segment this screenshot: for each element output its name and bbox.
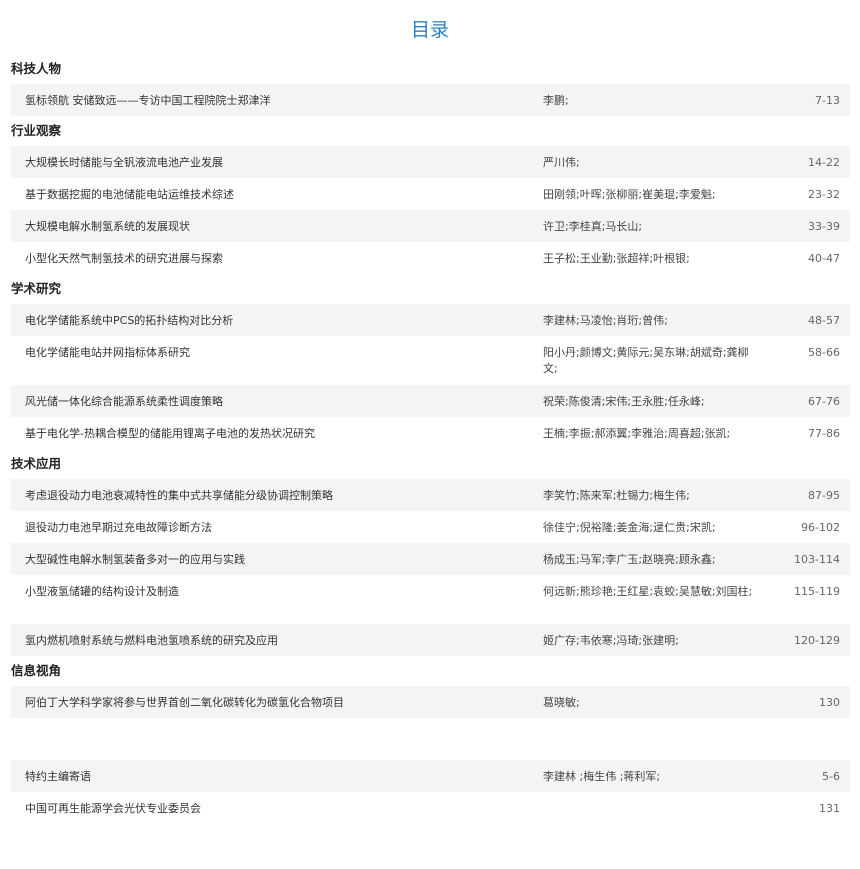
section-heading: 学术研究 — [11, 281, 62, 296]
article-pages: 87-95 — [808, 489, 840, 502]
article-authors: 李建林;马凌怡;肖珩;曾伟; — [543, 314, 668, 327]
toc-row[interactable]: 特约主编寄语 李建林 ;梅生伟 ;蒋利军; 5-6 — [11, 760, 850, 792]
section-heading: 科技人物 — [11, 61, 62, 76]
toc-row[interactable]: 风光储一体化综合能源系统柔性调度策略 祝荣;陈俊清;宋伟;王永胜;任永峰; 67-7… — [11, 385, 850, 417]
article-authors: 葛晓敏; — [543, 696, 580, 709]
article-title-link[interactable]: 阿伯丁大学科学家将参与世界首创二氧化碳转化为碳氢化合物项目 — [25, 695, 525, 711]
article-pages: 5-6 — [822, 770, 840, 783]
toc-row[interactable]: 中国可再生能源学会光伏专业委员会 131 — [11, 792, 850, 824]
toc-row[interactable]: 阿伯丁大学科学家将参与世界首创二氧化碳转化为碳氢化合物项目 葛晓敏; 130 — [11, 686, 850, 718]
toc-page: 目录 科技人物氢标领航 安储致远——专访中国工程院院士郑津洋 李鹏; 7-13 行业观… — [0, 0, 860, 869]
article-title-link[interactable]: 大规模电解水制氢系统的发展现状 — [25, 219, 525, 235]
article-title-link[interactable]: 电化学储能系统中PCS的拓扑结构对比分析 — [25, 313, 525, 329]
article-title-link[interactable]: 基于数据挖掘的电池储能电站运维技术综述 — [25, 187, 525, 203]
toc-row[interactable]: 大规模长时储能与全钒液流电池产业发展 严川伟; 14-22 — [11, 146, 850, 178]
toc-row[interactable]: 氢内燃机喷射系统与燃料电池氢喷系统的研究及应用 姬广存;韦依寒;冯琦;张建明; 12… — [11, 624, 850, 656]
article-title-link[interactable]: 大型碱性电解水制氢装备多对一的应用与实践 — [25, 552, 525, 568]
article-authors: 李笑竹;陈来军;杜锡力;梅生伟; — [543, 489, 690, 502]
article-pages: 96-102 — [801, 521, 840, 534]
article-pages: 58-66 — [808, 346, 840, 359]
article-authors: 阳小丹;颜博文;黄际元;吴东琳;胡斌奇;龚柳文; — [543, 346, 749, 375]
article-pages: 103-114 — [794, 553, 840, 566]
toc-row[interactable]: 小型化天然气制氢技术的研究进展与探索 王子松;王业勤;张超祥;叶根银; 40-47 — [11, 242, 850, 274]
toc-extra: 特约主编寄语 李建林 ;梅生伟 ;蒋利军; 5-6 中国可再生能源学会光伏专业委员会 1… — [0, 760, 860, 824]
article-title-link[interactable]: 考虑退役动力电池衰减特性的集中式共享储能分级协调控制策略 — [25, 488, 525, 504]
article-authors: 何远新;熊珍艳;王红星;袁蛟;吴慧敏;刘国柱; — [543, 585, 753, 598]
article-authors: 徐佳宁;倪裕隆;姜金海;逯仁贵;宋凯; — [543, 521, 716, 534]
toc-row[interactable]: 基于数据挖掘的电池储能电站运维技术综述 田刚领;叶晖;张柳丽;崔美琨;李爱魁; 23… — [11, 178, 850, 210]
toc-row[interactable]: 退役动力电池早期过充电故障诊断方法 徐佳宁;倪裕隆;姜金海;逯仁贵;宋凯; 96-1… — [11, 511, 850, 543]
article-authors: 李建林 ;梅生伟 ;蒋利军; — [543, 770, 661, 783]
section-heading: 信息视角 — [11, 663, 62, 678]
article-authors: 李鹏; — [543, 94, 569, 107]
article-title-link[interactable]: 特约主编寄语 — [25, 769, 525, 785]
toc-row[interactable]: 电化学储能系统中PCS的拓扑结构对比分析 李建林;马凌怡;肖珩;曾伟; 48-57 — [11, 304, 850, 336]
article-title-link[interactable]: 电化学储能电站并网指标体系研究 — [25, 345, 525, 361]
toc-row[interactable]: 考虑退役动力电池衰减特性的集中式共享储能分级协调控制策略 李笑竹;陈来军;杜锡力;… — [11, 479, 850, 511]
article-pages: 115-119 — [794, 585, 840, 598]
article-pages: 33-39 — [808, 220, 840, 233]
article-pages: 40-47 — [808, 252, 840, 265]
toc-row[interactable]: 小型液氢储罐的结构设计及制造 何远新;熊珍艳;王红星;袁蛟;吴慧敏;刘国柱; 115… — [11, 575, 850, 624]
article-title-link[interactable]: 大规模长时储能与全钒液流电池产业发展 — [25, 155, 525, 171]
article-pages: 130 — [819, 696, 840, 709]
article-authors: 杨成玉;马军;李广玉;赵晓亮;顾永鑫; — [543, 553, 716, 566]
article-pages: 67-76 — [808, 395, 840, 408]
section-heading: 行业观察 — [11, 123, 62, 138]
toc-row[interactable]: 电化学储能电站并网指标体系研究 阳小丹;颜博文;黄际元;吴东琳;胡斌奇;龚柳文; 5… — [11, 336, 850, 385]
article-pages: 131 — [819, 802, 840, 815]
article-authors: 王楠;李振;郝添翼;李雅治;周喜超;张凯; — [543, 427, 731, 440]
section-heading: 技术应用 — [11, 456, 62, 471]
article-authors: 许卫;李桂真;马长山; — [543, 220, 643, 233]
article-pages: 48-57 — [808, 314, 840, 327]
article-pages: 120-129 — [794, 634, 840, 647]
article-pages: 23-32 — [808, 188, 840, 201]
article-pages: 77-86 — [808, 427, 840, 440]
toc-row[interactable]: 基于电化学-热耦合模型的储能用锂离子电池的发热状况研究 王楠;李振;郝添翼;李雅治… — [11, 417, 850, 449]
article-authors: 祝荣;陈俊清;宋伟;王永胜;任永峰; — [543, 395, 705, 408]
article-authors: 姬广存;韦依寒;冯琦;张建明; — [543, 634, 679, 647]
toc-row[interactable]: 氢标领航 安储致远——专访中国工程院院士郑津洋 李鹏; 7-13 — [11, 84, 850, 116]
toc-sections: 科技人物氢标领航 安储致远——专访中国工程院院士郑津洋 李鹏; 7-13 行业观察大规… — [0, 54, 860, 718]
article-title-link[interactable]: 氢标领航 安储致远——专访中国工程院院士郑津洋 — [25, 93, 525, 109]
article-authors: 田刚领;叶晖;张柳丽;崔美琨;李爱魁; — [543, 188, 716, 201]
toc-row[interactable]: 大规模电解水制氢系统的发展现状 许卫;李桂真;马长山; 33-39 — [11, 210, 850, 242]
article-title-link[interactable]: 中国可再生能源学会光伏专业委员会 — [25, 801, 525, 817]
page-title: 目录 — [410, 19, 449, 41]
article-title-link[interactable]: 基于电化学-热耦合模型的储能用锂离子电池的发热状况研究 — [25, 426, 525, 442]
article-title-link[interactable]: 小型液氢储罐的结构设计及制造 — [25, 584, 525, 600]
article-title-link[interactable]: 退役动力电池早期过充电故障诊断方法 — [25, 520, 525, 536]
article-authors: 严川伟; — [543, 156, 580, 169]
article-title-link[interactable]: 风光储一体化综合能源系统柔性调度策略 — [25, 394, 525, 410]
article-title-link[interactable]: 小型化天然气制氢技术的研究进展与探索 — [25, 251, 525, 267]
article-pages: 7-13 — [815, 94, 840, 107]
article-authors: 王子松;王业勤;张超祥;叶根银; — [543, 252, 690, 265]
toc-row[interactable]: 大型碱性电解水制氢装备多对一的应用与实践 杨成玉;马军;李广玉;赵晓亮;顾永鑫; 1… — [11, 543, 850, 575]
article-pages: 14-22 — [808, 156, 840, 169]
article-title-link[interactable]: 氢内燃机喷射系统与燃料电池氢喷系统的研究及应用 — [25, 633, 525, 649]
